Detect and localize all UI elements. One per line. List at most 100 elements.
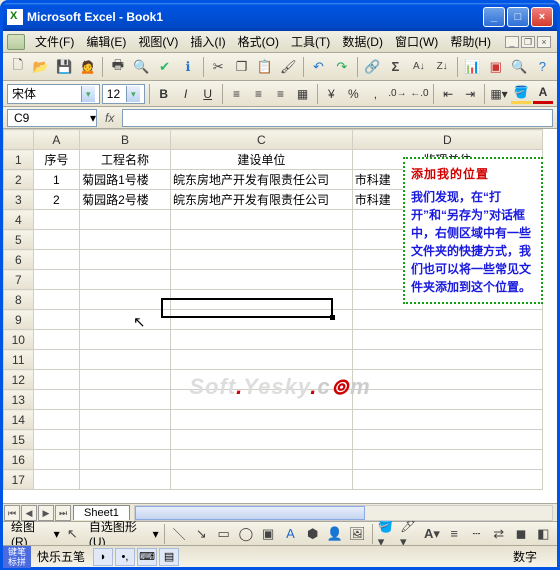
- maximize-button[interactable]: □: [507, 7, 529, 27]
- picture-icon[interactable]: 🖼: [348, 523, 367, 545]
- row-header[interactable]: 7: [4, 270, 34, 290]
- bold-button[interactable]: B: [154, 84, 174, 104]
- currency-button[interactable]: ¥: [321, 84, 341, 104]
- col-header-c[interactable]: C: [170, 130, 352, 150]
- fx-icon[interactable]: fx: [105, 111, 114, 125]
- redo-icon[interactable]: ↷: [331, 56, 352, 78]
- font-size-combo[interactable]: 12 ▾: [102, 84, 145, 104]
- preview-icon[interactable]: 🔍: [131, 56, 152, 78]
- minimize-button[interactable]: _: [483, 7, 505, 27]
- percent-button[interactable]: %: [343, 84, 363, 104]
- row-header[interactable]: 5: [4, 230, 34, 250]
- titlebar[interactable]: Microsoft Excel - Book1 _ □ ×: [3, 3, 557, 31]
- chevron-down-icon[interactable]: ▾: [126, 86, 140, 102]
- row-header[interactable]: 13: [4, 390, 34, 410]
- row-header[interactable]: 6: [4, 250, 34, 270]
- merge-center-button[interactable]: ▦: [293, 84, 313, 104]
- menu-view[interactable]: 视图(V): [132, 32, 184, 51]
- cell[interactable]: 皖东房地产开发有限责任公司: [170, 190, 352, 210]
- line-style-icon[interactable]: ≡: [445, 523, 464, 545]
- dash-style-icon[interactable]: ┄: [467, 523, 486, 545]
- menu-format[interactable]: 格式(O): [232, 32, 285, 51]
- research-icon[interactable]: ℹ: [177, 56, 198, 78]
- save-icon[interactable]: 💾: [54, 56, 75, 78]
- zoom-icon[interactable]: 🔍: [508, 56, 529, 78]
- row-header[interactable]: 4: [4, 210, 34, 230]
- align-center-button[interactable]: ≡: [249, 84, 269, 104]
- col-header-d[interactable]: D: [352, 130, 542, 150]
- borders-button[interactable]: ▦▾: [489, 84, 509, 104]
- line-icon[interactable]: ＼: [169, 523, 188, 545]
- cell[interactable]: 菊园路2号楼: [80, 190, 171, 210]
- row-header[interactable]: 2: [4, 170, 34, 190]
- row-header[interactable]: 14: [4, 410, 34, 430]
- ime-punct-button[interactable]: •,: [115, 548, 135, 566]
- format-painter-icon[interactable]: 🖌: [278, 56, 299, 78]
- row-header[interactable]: 1: [4, 150, 34, 170]
- font-color-button[interactable]: A: [533, 84, 553, 104]
- chevron-down-icon[interactable]: ▾: [90, 111, 96, 125]
- copy-icon[interactable]: ❐: [231, 56, 252, 78]
- italic-button[interactable]: I: [176, 84, 196, 104]
- select-objects-icon[interactable]: ↖: [63, 523, 82, 545]
- select-all-corner[interactable]: [4, 130, 34, 150]
- shadow-icon[interactable]: ◼: [511, 523, 530, 545]
- row-header[interactable]: 16: [4, 450, 34, 470]
- fill-color-icon[interactable]: 🪣▾: [378, 523, 397, 545]
- sort-desc-icon[interactable]: Z↓: [431, 56, 452, 78]
- increase-indent-button[interactable]: ⇥: [460, 84, 480, 104]
- undo-icon[interactable]: ↶: [308, 56, 329, 78]
- 3d-icon[interactable]: ◧: [534, 523, 553, 545]
- underline-button[interactable]: U: [198, 84, 218, 104]
- textbox-icon[interactable]: ▣: [259, 523, 278, 545]
- autosum-icon[interactable]: Σ: [385, 56, 406, 78]
- chevron-down-icon[interactable]: ▾: [81, 86, 95, 102]
- comma-button[interactable]: ,: [365, 84, 385, 104]
- clipart-icon[interactable]: 👤: [325, 523, 344, 545]
- help-icon[interactable]: ?: [532, 56, 553, 78]
- increase-decimal-button[interactable]: .0→: [387, 84, 407, 104]
- row-header[interactable]: 12: [4, 370, 34, 390]
- cell[interactable]: 菊园路1号楼: [80, 170, 171, 190]
- cell[interactable]: 工程名称: [80, 150, 171, 170]
- row-header[interactable]: 3: [4, 190, 34, 210]
- fill-color-button[interactable]: 🪣: [511, 84, 531, 104]
- workbook-icon[interactable]: [7, 34, 25, 50]
- cut-icon[interactable]: ✂: [208, 56, 229, 78]
- drawing-icon[interactable]: ▣: [485, 56, 506, 78]
- doc-minimize-button[interactable]: _: [505, 36, 519, 48]
- name-box[interactable]: C9 ▾: [7, 109, 97, 127]
- menu-insert[interactable]: 插入(I): [184, 32, 231, 51]
- open-icon[interactable]: 📂: [30, 56, 51, 78]
- doc-restore-button[interactable]: ❐: [521, 36, 535, 48]
- font-name-combo[interactable]: 宋体 ▾: [7, 84, 100, 104]
- ime-fullwidth-button[interactable]: ◗: [93, 548, 113, 566]
- new-icon[interactable]: 🗋: [7, 56, 28, 78]
- col-header-a[interactable]: A: [33, 130, 80, 150]
- align-right-button[interactable]: ≡: [271, 84, 291, 104]
- row-header[interactable]: 9: [4, 310, 34, 330]
- rectangle-icon[interactable]: ▭: [214, 523, 233, 545]
- ime-indicator-icon[interactable]: 键笔标拼: [3, 546, 31, 568]
- row-header[interactable]: 11: [4, 350, 34, 370]
- sort-asc-icon[interactable]: A↓: [408, 56, 429, 78]
- col-header-b[interactable]: B: [80, 130, 171, 150]
- arrow-icon[interactable]: ↘: [192, 523, 211, 545]
- arrow-style-icon[interactable]: ⇄: [489, 523, 508, 545]
- line-color-icon[interactable]: 🖊▾: [400, 523, 419, 545]
- formula-input[interactable]: [122, 109, 553, 127]
- cell[interactable]: 2: [33, 190, 80, 210]
- worksheet-grid[interactable]: A B C D 1 序号 工程名称 建设单位 监理单位 2 1 菊园路1号楼 皖…: [3, 129, 557, 503]
- fill-handle[interactable]: [330, 315, 335, 320]
- menu-help[interactable]: 帮助(H): [444, 32, 497, 51]
- menu-file[interactable]: 文件(F): [29, 32, 80, 51]
- ime-softkbd-button[interactable]: ⌨: [137, 548, 157, 566]
- row-header[interactable]: 8: [4, 290, 34, 310]
- align-left-button[interactable]: ≡: [227, 84, 247, 104]
- cell[interactable]: 序号: [33, 150, 80, 170]
- row-header[interactable]: 17: [4, 470, 34, 490]
- menu-edit[interactable]: 编辑(E): [80, 32, 132, 51]
- chart-icon[interactable]: 📊: [462, 56, 483, 78]
- tab-last-button[interactable]: ⏭: [55, 505, 71, 521]
- doc-close-button[interactable]: ×: [537, 36, 551, 48]
